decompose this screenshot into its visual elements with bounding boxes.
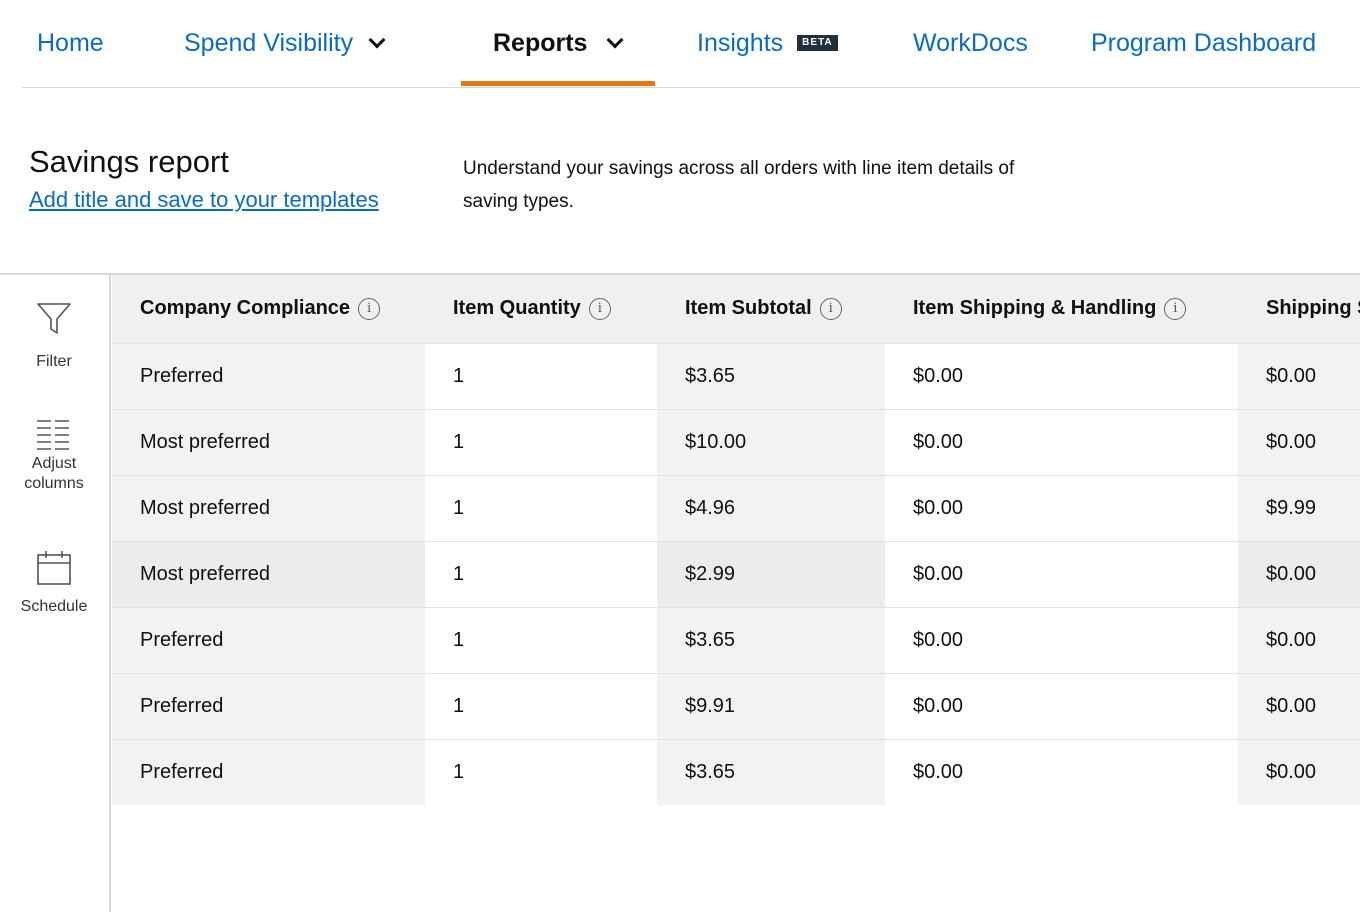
table-cell: $0.00 (1238, 408, 1360, 475)
column-header-label: Company Compliance (140, 297, 351, 320)
table-cell: Most preferred (112, 540, 425, 607)
filter-label: Filter (36, 353, 72, 370)
table-cell: $9.91 (657, 672, 885, 739)
table-cell: Preferred (112, 606, 425, 673)
column-header-item-subtotal[interactable]: Item Subtotal i (657, 275, 885, 343)
nav-spend-visibility-label: Spend Visibility (184, 28, 354, 57)
table-cell: $0.00 (1238, 606, 1360, 673)
table-cell: $0.00 (1238, 540, 1360, 607)
table-cell: Most preferred (112, 474, 425, 541)
nav-spend-visibility[interactable]: Spend Visibility (184, 0, 386, 86)
table-cell: $4.96 (657, 474, 885, 541)
info-icon[interactable]: i (358, 297, 381, 320)
table-row[interactable]: Preferred 1 $3.65 $0.00 $0.00 (112, 342, 1360, 409)
column-header-label: Item Subtotal (685, 297, 812, 320)
table-cell: $3.65 (657, 606, 885, 673)
table-cell: 1 (425, 474, 657, 541)
table-row[interactable]: Preferred 1 $9.91 $0.00 $0.00 (112, 672, 1360, 739)
table-cell: 1 (425, 672, 657, 739)
table-row[interactable]: Most preferred 1 $10.00 $0.00 $0.00 (112, 408, 1360, 475)
table-cell: Most preferred (112, 408, 425, 475)
chevron-down-icon (606, 31, 624, 48)
tools-sidebar: Filter Adjust columns Schedule (0, 275, 111, 912)
table-body: Preferred 1 $3.65 $0.00 $0.00 Most preferred 1… (112, 342, 1360, 805)
info-icon[interactable]: i (588, 297, 611, 320)
table-cell: Preferred (112, 738, 425, 805)
table-cell: 1 (425, 738, 657, 805)
nav-home-label: Home (37, 28, 104, 57)
table-cell: 1 (425, 342, 657, 409)
nav-workdocs[interactable]: WorkDocs (913, 0, 1028, 86)
table-cell: 1 (425, 540, 657, 607)
table-row[interactable]: Preferred 1 $3.65 $0.00 $0.00 (112, 738, 1360, 805)
funnel-icon (37, 303, 71, 334)
schedule-button[interactable]: Schedule (0, 549, 108, 617)
top-navigation: Home Spend Visibility Reports Insights B… (22, 0, 1360, 88)
nav-program-dashboard[interactable]: Program Dashboard (1091, 0, 1316, 86)
chevron-down-icon (368, 31, 386, 48)
table-cell: Preferred (112, 672, 425, 739)
adjust-columns-label: Adjust columns (24, 455, 84, 492)
nav-program-dashboard-label: Program Dashboard (1091, 28, 1317, 57)
table-cell: 1 (425, 408, 657, 475)
savings-table: Company Compliance i Item Quantity i Item … (112, 275, 1360, 805)
nav-home[interactable]: Home (37, 0, 104, 86)
nav-workdocs-label: WorkDocs (913, 28, 1028, 57)
beta-badge: BETA (797, 35, 838, 51)
filter-button[interactable]: Filter (0, 301, 108, 372)
table-cell: $0.00 (1238, 672, 1360, 739)
table-cell: $3.65 (657, 738, 885, 805)
column-header-item-shipping-handling[interactable]: Item Shipping & Handling i (885, 275, 1238, 343)
column-header-label: Shipping Savings (1266, 297, 1360, 320)
adjust-columns-button[interactable]: Adjust columns (0, 418, 108, 494)
savings-table-container: Company Compliance i Item Quantity i Item … (112, 275, 1360, 912)
column-header-label: Item Shipping & Handling (913, 297, 1157, 320)
column-header-shipping-savings[interactable]: Shipping Savings (1238, 275, 1360, 343)
table-header-row: Company Compliance i Item Quantity i Item … (112, 275, 1360, 343)
page-title: Savings report (29, 144, 229, 179)
table-cell: $9.99 (1238, 474, 1360, 541)
nav-reports-label: Reports (493, 28, 588, 57)
info-icon[interactable]: i (819, 297, 842, 320)
table-row[interactable]: Most preferred 1 $4.96 $0.00 $9.99 (112, 474, 1360, 541)
table-cell: $0.00 (885, 672, 1238, 739)
nav-insights[interactable]: Insights BETA (697, 0, 838, 86)
info-icon[interactable]: i (1164, 297, 1187, 320)
table-cell: $0.00 (1238, 342, 1360, 409)
table-cell: $10.00 (657, 408, 885, 475)
table-cell: $2.99 (657, 540, 885, 607)
nav-insights-label: Insights (697, 28, 784, 57)
table-cell: $3.65 (657, 342, 885, 409)
report-description: Understand your savings across all order… (463, 158, 1015, 212)
columns-icon (37, 420, 69, 450)
table-cell: $0.00 (885, 540, 1238, 607)
column-header-item-quantity[interactable]: Item Quantity i (425, 275, 657, 343)
table-cell: $0.00 (885, 606, 1238, 673)
table-cell: $0.00 (885, 474, 1238, 541)
nav-reports[interactable]: Reports (460, 0, 657, 86)
save-template-link[interactable]: Add title and save to your templates (29, 187, 379, 213)
table-cell: $0.00 (885, 342, 1238, 409)
table-cell: $0.00 (1238, 738, 1360, 805)
table-cell: $0.00 (885, 738, 1238, 805)
table-cell: Preferred (112, 342, 425, 409)
column-header-label: Item Quantity (453, 297, 581, 320)
table-cell: $0.00 (885, 408, 1238, 475)
calendar-icon (37, 551, 71, 585)
column-header-company-compliance[interactable]: Company Compliance i (112, 275, 425, 343)
table-cell: 1 (425, 606, 657, 673)
schedule-label: Schedule (20, 598, 88, 615)
table-row[interactable]: Preferred 1 $3.65 $0.00 $0.00 (112, 606, 1360, 673)
table-row[interactable]: Most preferred 1 $2.99 $0.00 $0.00 (112, 540, 1360, 607)
